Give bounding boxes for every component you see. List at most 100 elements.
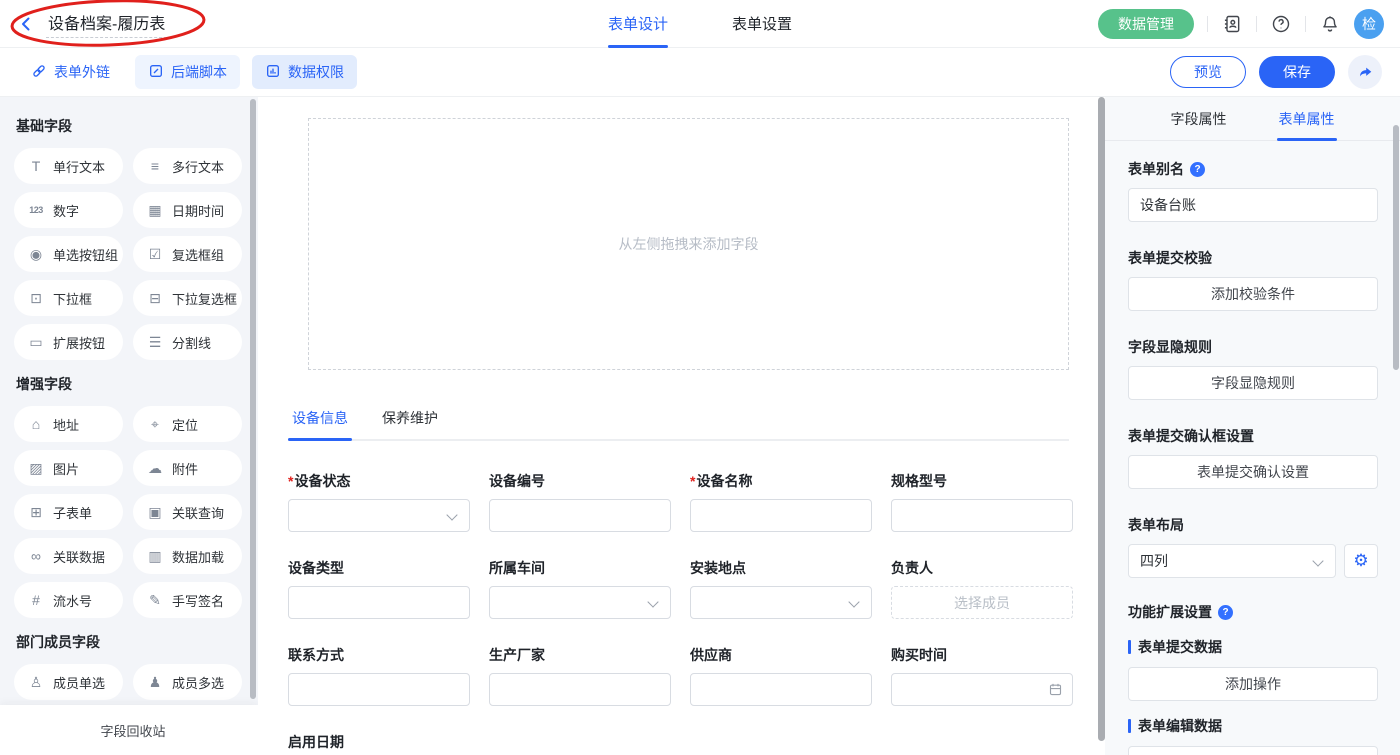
field-item[interactable]: ⊞子表单 bbox=[14, 494, 123, 530]
field-input[interactable] bbox=[489, 673, 671, 706]
toolbar-actions: 预览 保存 bbox=[1170, 55, 1382, 89]
date-input[interactable] bbox=[891, 673, 1073, 706]
field-item[interactable]: ☰分割线 bbox=[133, 324, 242, 360]
field-input[interactable] bbox=[891, 499, 1073, 532]
field-select[interactable] bbox=[288, 499, 470, 532]
permission-icon bbox=[265, 63, 281, 82]
field-item[interactable]: T单行文本 bbox=[14, 148, 123, 184]
field-item-label: 分割线 bbox=[172, 333, 211, 352]
add-operation-button[interactable]: 添加操作 bbox=[1128, 746, 1378, 755]
extensions-label: 功能扩展设置 bbox=[1128, 602, 1212, 622]
sidebar-scrollbar[interactable] bbox=[250, 99, 256, 699]
field-item[interactable]: ⌂地址 bbox=[14, 406, 123, 442]
gear-icon[interactable]: ⚙ bbox=[1344, 544, 1378, 578]
spacer bbox=[1128, 400, 1378, 426]
member-picker[interactable]: 选择成员 bbox=[891, 586, 1073, 619]
field-item-label: 关联查询 bbox=[172, 503, 224, 522]
field-input[interactable] bbox=[288, 586, 470, 619]
notification-bell-icon[interactable] bbox=[1319, 13, 1341, 35]
field-input[interactable] bbox=[288, 673, 470, 706]
form-layout-label: 表单布局 bbox=[1128, 515, 1378, 535]
form-fields-grid: *设备状态设备编号*设备名称规格型号设备类型所属车间安装地点负责人选择成员联系方… bbox=[288, 471, 1069, 755]
add-operation-button[interactable]: 添加操作 bbox=[1128, 667, 1378, 701]
form-field-label: 联系方式 bbox=[288, 645, 470, 665]
field-input[interactable] bbox=[690, 499, 872, 532]
save-button[interactable]: 保存 bbox=[1259, 56, 1335, 88]
form-field: 启用日期 bbox=[288, 732, 470, 755]
field-item[interactable]: #流水号 bbox=[14, 582, 123, 618]
field-item[interactable]: ⊟下拉复选框 bbox=[133, 280, 242, 316]
field-input[interactable] bbox=[489, 499, 671, 532]
form-field-label: 设备编号 bbox=[489, 471, 671, 491]
field-item[interactable]: ♟成员多选 bbox=[133, 664, 242, 700]
field-item[interactable]: ▥数据加载 bbox=[133, 538, 242, 574]
field-section-title: 部门成员字段 bbox=[16, 632, 242, 652]
required-asterisk: * bbox=[690, 473, 695, 489]
field-recycle-bin[interactable]: 字段回收站 bbox=[0, 705, 258, 755]
data-manage-button[interactable]: 数据管理 bbox=[1098, 9, 1194, 39]
tab-field-properties[interactable]: 字段属性 bbox=[1171, 97, 1227, 141]
field-item[interactable]: ▭扩展按钮 bbox=[14, 324, 123, 360]
field-item[interactable]: ⊡下拉框 bbox=[14, 280, 123, 316]
form-field-label: 安装地点 bbox=[690, 558, 872, 578]
field-select[interactable] bbox=[690, 586, 872, 619]
user-avatar[interactable]: 检 bbox=[1354, 9, 1384, 39]
field-item[interactable]: ☑复选框组 bbox=[133, 236, 242, 272]
field-item[interactable]: ▨图片 bbox=[14, 450, 123, 486]
field-item[interactable]: ▦日期时间 bbox=[133, 192, 242, 228]
field-item[interactable]: ◉单选按钮组 bbox=[14, 236, 123, 272]
canvas-tabs: 设备信息保养维护 bbox=[288, 408, 1069, 441]
form-field: 安装地点 bbox=[690, 558, 872, 619]
contacts-icon[interactable] bbox=[1221, 13, 1243, 35]
tab-maintenance[interactable]: 保养维护 bbox=[378, 408, 442, 439]
properties-scrollbar[interactable] bbox=[1393, 125, 1399, 370]
property-action-button[interactable]: 添加校验条件 bbox=[1128, 277, 1378, 311]
page-title[interactable]: 设备档案-履历表 bbox=[46, 10, 167, 38]
topbar-left: 设备档案-履历表 bbox=[16, 10, 167, 38]
form-external-link-button[interactable]: 表单外链 bbox=[18, 55, 123, 89]
tab-device-info[interactable]: 设备信息 bbox=[288, 408, 352, 439]
extension-groups: 表单提交数据添加操作表单编辑数据添加操作 bbox=[1128, 637, 1378, 755]
field-item[interactable]: ☁附件 bbox=[133, 450, 242, 486]
field-item[interactable]: ∞关联数据 bbox=[14, 538, 123, 574]
dropdown-icon: ⊡ bbox=[27, 290, 45, 307]
preview-button[interactable]: 预览 bbox=[1170, 56, 1246, 88]
calendar-icon bbox=[1048, 682, 1063, 700]
property-section-label: 表单提交确认框设置 bbox=[1128, 426, 1378, 446]
data-permission-button[interactable]: 数据权限 bbox=[252, 55, 357, 89]
backend-script-button[interactable]: 后端脚本 bbox=[135, 55, 240, 89]
field-item[interactable]: ⌖定位 bbox=[133, 406, 242, 442]
field-item[interactable]: 123数字 bbox=[14, 192, 123, 228]
field-dropzone[interactable]: 从左侧拖拽来添加字段 bbox=[308, 118, 1069, 370]
datetime-icon: ▦ bbox=[146, 202, 164, 219]
field-item-label: 成员单选 bbox=[53, 673, 105, 692]
address-icon: ⌂ bbox=[27, 416, 45, 432]
field-item-label: 附件 bbox=[172, 459, 198, 478]
form-field-label: 启用日期 bbox=[288, 732, 470, 752]
field-input[interactable] bbox=[690, 673, 872, 706]
field-item[interactable]: ♙成员单选 bbox=[14, 664, 123, 700]
tab-form-properties[interactable]: 表单属性 bbox=[1279, 97, 1335, 141]
tab-form-settings[interactable]: 表单设置 bbox=[732, 0, 792, 48]
field-item[interactable]: ▣关联查询 bbox=[133, 494, 242, 530]
back-button[interactable] bbox=[16, 14, 36, 34]
help-badge-icon[interactable]: ? bbox=[1218, 605, 1233, 620]
form-alias-input[interactable] bbox=[1128, 188, 1378, 222]
form-field-label: 购买时间 bbox=[891, 645, 1073, 665]
share-icon[interactable] bbox=[1348, 55, 1382, 89]
field-item[interactable]: ≡多行文本 bbox=[133, 148, 242, 184]
canvas-scrollbar[interactable] bbox=[1098, 97, 1105, 741]
form-layout-value: 四列 bbox=[1140, 551, 1168, 571]
field-item[interactable]: ✎手写签名 bbox=[133, 582, 242, 618]
form-field: 购买时间 bbox=[891, 645, 1073, 706]
field-select[interactable] bbox=[489, 586, 671, 619]
help-badge-icon[interactable]: ? bbox=[1190, 162, 1205, 177]
property-action-button[interactable]: 表单提交确认设置 bbox=[1128, 455, 1378, 489]
tab-form-design[interactable]: 表单设计 bbox=[608, 0, 668, 48]
form-field-label: *设备名称 bbox=[690, 471, 872, 491]
serial-number-icon: # bbox=[27, 592, 45, 608]
form-layout-select[interactable]: 四列 bbox=[1128, 544, 1336, 578]
help-icon[interactable] bbox=[1270, 13, 1292, 35]
field-item-label: 关联数据 bbox=[53, 547, 105, 566]
property-action-button[interactable]: 字段显隐规则 bbox=[1128, 366, 1378, 400]
